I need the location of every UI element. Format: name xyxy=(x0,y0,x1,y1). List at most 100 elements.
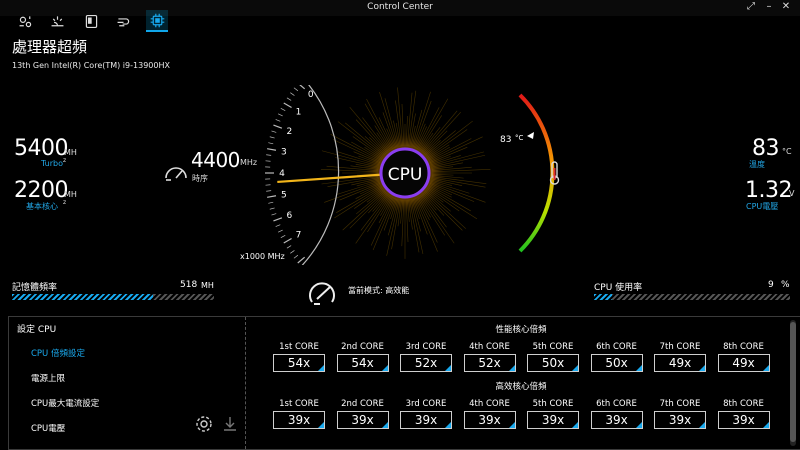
menu-item-power-limit[interactable]: 電源上限 xyxy=(31,372,65,384)
settings-heading: 設定 CPU xyxy=(17,325,57,335)
core-multiplier-input[interactable]: 49x xyxy=(717,354,770,372)
performance_cores-core-3: 3rd CORE 52x xyxy=(400,342,452,372)
core-name-label: 4th CORE xyxy=(469,342,510,352)
page-title: 處理器超頻 xyxy=(12,38,88,56)
gauge-tick xyxy=(275,119,281,122)
cpu-temperature-value: 83 xyxy=(752,136,780,161)
core-name-label: 3rd CORE xyxy=(405,399,447,409)
cpu-usage-label: CPU 使用率 xyxy=(594,283,643,293)
core-multiplier-input[interactable]: 39x xyxy=(273,411,325,429)
cpu-model-name: 13th Gen Intel(R) Core(TM) i9-13900HX xyxy=(12,61,170,70)
base-frequency-unit-suffix: z xyxy=(63,199,67,206)
core-name-label: 4th CORE xyxy=(469,399,510,409)
core-multiplier-input[interactable]: 39x xyxy=(400,411,452,429)
efficient_cores-core-5: 5th CORE 39x xyxy=(527,399,579,429)
reset-settings-icon[interactable] xyxy=(195,415,213,433)
core-multiplier-input[interactable]: 49x xyxy=(654,354,706,372)
efficient_cores-core-8: 8th CORE 39x xyxy=(717,399,770,429)
gauge-tick xyxy=(267,148,277,151)
core-multiplier-input[interactable]: 52x xyxy=(400,354,452,372)
core-name-label: 1st CORE xyxy=(279,399,319,409)
memory-frequency-value: 518 xyxy=(180,280,198,290)
core-multiplier-input[interactable]: 39x xyxy=(527,411,579,429)
panel-scrollbar-thumb[interactable] xyxy=(790,322,796,442)
tab-power[interactable] xyxy=(112,10,134,32)
performance-cores-title: 性能核心倍頻 xyxy=(495,325,547,335)
core-multiplier-input[interactable]: 50x xyxy=(590,354,643,372)
menu-item-cpu-voltage[interactable]: CPU電壓 xyxy=(31,422,65,434)
core-multiplier-input[interactable]: 54x xyxy=(336,354,389,372)
gauge-tick xyxy=(273,217,283,222)
cpu-settings-panel: 設定 CPU CPU 倍頻設定 電源上限 CPU最大電流設定 CPU電壓 性能核… xyxy=(8,316,800,450)
performance_cores-core-2: 2nd CORE 54x xyxy=(336,342,389,372)
core-multiplier-input[interactable]: 52x xyxy=(463,354,516,372)
gauge-tick-label: 5 xyxy=(281,190,287,200)
tab-fan[interactable] xyxy=(80,10,102,32)
core-multiplier-input[interactable]: 39x xyxy=(463,411,516,429)
gauge-tick xyxy=(277,113,283,117)
gauge-tick xyxy=(268,142,274,145)
gauge-tick xyxy=(293,254,299,259)
core-multiplier-input[interactable]: 39x xyxy=(590,411,643,429)
gauge-center-label: CPU xyxy=(388,165,423,185)
cpu-usage-bar xyxy=(594,294,790,300)
performance-mode-icon[interactable] xyxy=(305,278,339,308)
cpu-voltage-unit: V xyxy=(789,189,795,198)
core-name-label: 5th CORE xyxy=(532,342,574,352)
gauge-tick xyxy=(275,224,281,227)
base-frequency-value: 2200 xyxy=(14,178,69,203)
tab-brightness[interactable] xyxy=(46,10,68,32)
core-multiplier-input[interactable]: 50x xyxy=(527,354,579,372)
close-button[interactable]: ✕ xyxy=(779,1,793,12)
memory-frequency-bar-fill xyxy=(12,294,154,300)
performance_cores-core-8: 8th CORE 49x xyxy=(717,342,770,372)
core-name-label: 2nd CORE xyxy=(341,399,384,409)
speedometer-icon xyxy=(165,167,187,181)
apply-download-icon[interactable] xyxy=(221,415,239,433)
efficient_cores-core-7: 7th CORE 39x xyxy=(654,399,706,429)
gauge-tick xyxy=(277,229,283,233)
core-multiplier-input[interactable]: 39x xyxy=(654,411,706,429)
turbo-frequency-value: 5400 xyxy=(14,136,69,161)
temperature-marker-pointer xyxy=(527,132,534,139)
gauge-tick-label: 7 xyxy=(296,231,302,241)
core-name-label: 8th CORE xyxy=(723,342,764,352)
gauge-tick-label: 0 xyxy=(308,90,314,100)
gauge-tick xyxy=(273,124,283,129)
gauge-tick xyxy=(280,108,286,111)
gauge-tick-label: 6 xyxy=(287,211,293,221)
memory-frequency-label: 記憶體頻率 xyxy=(12,283,58,293)
performance_cores-core-5: 5th CORE 50x xyxy=(527,342,579,372)
core-name-label: 8th CORE xyxy=(723,399,764,409)
restore-window-icon[interactable]: ⤢ xyxy=(744,1,758,12)
gauge-tick xyxy=(280,235,286,238)
gauge-tick xyxy=(293,87,299,92)
tab-settings-gears[interactable] xyxy=(14,10,36,32)
base-frequency-unit: MH xyxy=(64,190,77,199)
core-name-label: 6th CORE xyxy=(596,399,637,409)
core-multiplier-input[interactable]: 54x xyxy=(273,354,325,372)
settings-gears-icon xyxy=(19,15,31,27)
efficient-cores-title: 高效核心倍頻 xyxy=(495,382,547,392)
current-frequency-label: 時序 xyxy=(192,174,208,183)
minimize-button[interactable]: – xyxy=(762,1,776,12)
core-name-label: 7th CORE xyxy=(659,342,701,352)
menu-item-max-current[interactable]: CPU最大電流設定 xyxy=(31,397,99,409)
performance_cores-core-4: 4th CORE 52x xyxy=(463,342,516,372)
gauge-tick xyxy=(269,207,275,210)
gauge-tick xyxy=(269,136,275,139)
cpu-voltage-label: CPU電壓 xyxy=(746,202,779,211)
performance_cores-core-6: 6th CORE 50x xyxy=(590,342,643,372)
gauge-tick xyxy=(286,245,292,249)
core-multiplier-input[interactable]: 39x xyxy=(717,411,770,429)
core-multiplier-input[interactable]: 39x xyxy=(336,411,389,429)
cpu-voltage-value: 1.32 xyxy=(745,178,792,203)
panel-scrollbar[interactable] xyxy=(790,320,796,446)
turbo-frequency-unit: MH xyxy=(64,148,77,157)
performance_cores-core-7: 7th CORE 49x xyxy=(654,342,706,372)
gauge-tick xyxy=(290,250,295,254)
menu-item-cpu-multiplier[interactable]: CPU 倍頻設定 xyxy=(31,347,85,359)
tab-cpu[interactable] xyxy=(146,10,168,32)
core-name-label: 1st CORE xyxy=(279,342,319,352)
efficient_cores-core-4: 4th CORE 39x xyxy=(463,399,516,429)
